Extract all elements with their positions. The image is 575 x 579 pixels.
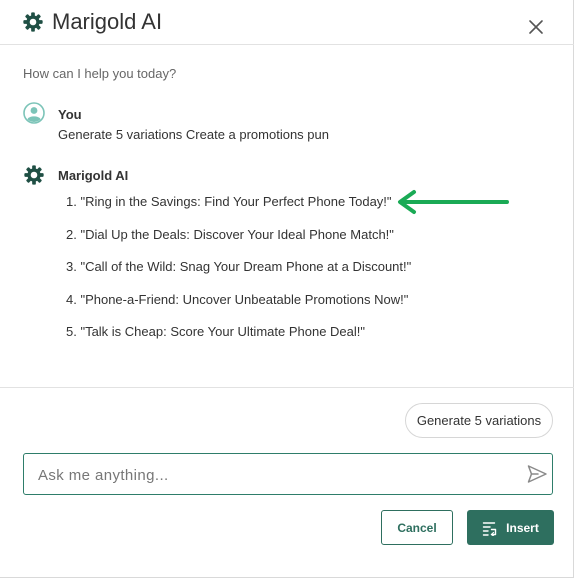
list-item[interactable]: 3. "Call of the Wild: Snag Your Dream Ph… <box>66 259 411 274</box>
panel-header: Marigold AI <box>0 0 574 45</box>
green-arrow-icon <box>398 190 509 214</box>
insert-label: Insert <box>506 520 539 535</box>
chat-input-box <box>23 453 553 496</box>
close-icon[interactable] <box>527 18 545 36</box>
ask-input[interactable] <box>36 454 510 496</box>
divider <box>0 387 574 388</box>
user-name: You <box>58 107 82 122</box>
cancel-button[interactable]: Cancel <box>381 510 453 545</box>
insert-icon <box>482 521 497 536</box>
list-item[interactable]: 4. "Phone-a-Friend: Uncover Unbeatable P… <box>66 292 408 307</box>
user-avatar-icon <box>23 102 45 124</box>
marigold-gear-icon <box>23 12 43 32</box>
generate-variations-button[interactable]: Generate 5 variations <box>405 403 553 438</box>
assistant-name: Marigold AI <box>58 168 129 183</box>
insert-button[interactable]: Insert <box>467 510 554 545</box>
list-item[interactable]: 5. "Talk is Cheap: Score Your Ultimate P… <box>66 324 365 339</box>
list-item[interactable]: 2. "Dial Up the Deals: Discover Your Ide… <box>66 227 394 242</box>
send-icon[interactable] <box>526 463 548 485</box>
panel-title: Marigold AI <box>52 9 163 34</box>
marigold-ai-panel: Marigold AI How can I help you today? Yo… <box>0 0 574 578</box>
list-item[interactable]: 1. "Ring in the Savings: Find Your Perfe… <box>66 194 392 209</box>
user-message: Generate 5 variations Create a promotion… <box>58 127 329 142</box>
prompt-hint: How can I help you today? <box>23 66 177 81</box>
marigold-gear-icon <box>24 165 44 185</box>
